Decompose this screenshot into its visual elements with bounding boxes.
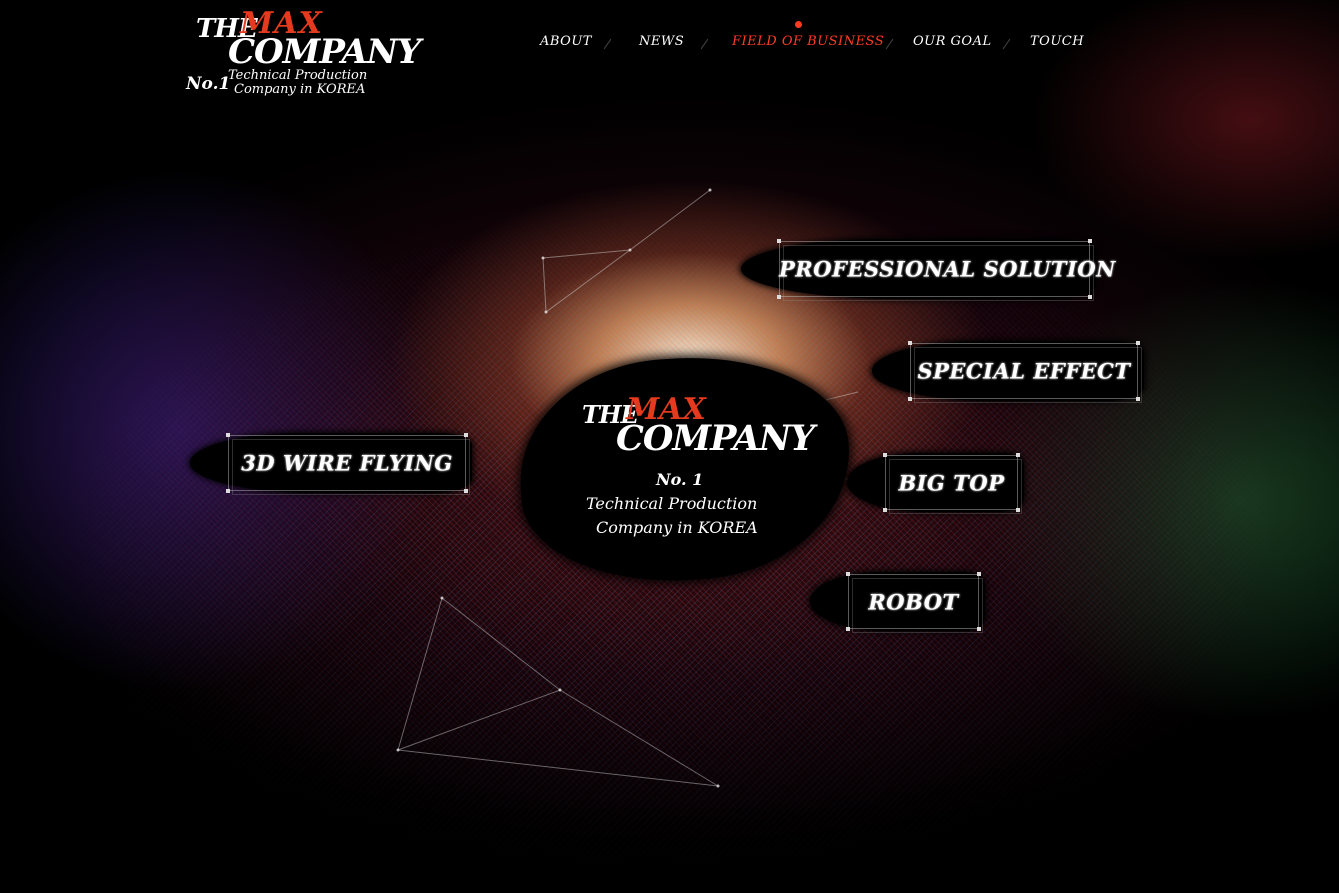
nav-item-about[interactable]: ABOUT bbox=[540, 34, 592, 49]
business-special-effect-button[interactable]: SPECIAL EFFECT bbox=[872, 341, 1144, 403]
nav-item-news[interactable]: NEWS bbox=[639, 34, 684, 49]
nav-item-our-goal[interactable]: OUR GOAL bbox=[913, 34, 992, 49]
corner-dot bbox=[908, 341, 912, 345]
corner-dot bbox=[464, 433, 468, 437]
business-label: BIG TOP bbox=[898, 470, 1005, 495]
page-background: THE MAX COMPANY No.1 Technical Productio… bbox=[0, 0, 1339, 893]
corner-dot bbox=[1088, 239, 1092, 243]
corner-dot bbox=[977, 627, 981, 631]
center-logo-no1: No. 1 bbox=[656, 470, 704, 489]
logo-tagline-2: Company in KOREA bbox=[234, 82, 366, 97]
business-robot-button[interactable]: ROBOT bbox=[810, 572, 985, 633]
corner-dot bbox=[977, 572, 981, 576]
corner-dot bbox=[846, 627, 850, 631]
corner-dot bbox=[1088, 295, 1092, 299]
corner-dot bbox=[226, 433, 230, 437]
business-professional-solution-button[interactable]: PROFESSIONAL SOLUTION bbox=[741, 239, 1116, 301]
corner-dot bbox=[1136, 397, 1140, 401]
corner-dot bbox=[883, 508, 887, 512]
nav-separator bbox=[603, 38, 612, 50]
center-logo-tagline-1: Technical Production bbox=[586, 494, 758, 513]
nav-separator bbox=[885, 38, 894, 50]
nav-item-field-of-business[interactable]: FIELD OF BUSINESS bbox=[732, 34, 884, 49]
corner-dot bbox=[1016, 453, 1020, 457]
corner-dot bbox=[777, 239, 781, 243]
business-label: PROFESSIONAL SOLUTION bbox=[779, 256, 1116, 282]
corner-dot bbox=[883, 453, 887, 457]
business-label: ROBOT bbox=[868, 589, 959, 614]
business-3d-wire-flying-button[interactable]: 3D WIRE FLYING bbox=[190, 433, 472, 495]
corner-dot bbox=[908, 397, 912, 401]
corner-dot bbox=[777, 295, 781, 299]
corner-dot bbox=[1016, 508, 1020, 512]
nav-separator bbox=[1002, 38, 1011, 50]
nav-separator bbox=[700, 38, 709, 50]
center-logo-tagline-2: Company in KOREA bbox=[596, 518, 758, 537]
business-label: 3D WIRE FLYING bbox=[241, 450, 453, 476]
business-label: SPECIAL EFFECT bbox=[917, 358, 1131, 384]
corner-dot bbox=[464, 489, 468, 493]
logo-tagline-1: Technical Production bbox=[228, 68, 368, 83]
nav-item-touch[interactable]: TOUCH bbox=[1030, 34, 1084, 49]
corner-dot bbox=[846, 572, 850, 576]
active-nav-indicator bbox=[795, 21, 802, 28]
main-nav: ABOUT NEWS FIELD OF BUSINESS OUR GOAL TO… bbox=[0, 34, 1339, 56]
logo-no1: No.1 bbox=[186, 74, 231, 94]
business-big-top-button[interactable]: BIG TOP bbox=[847, 453, 1024, 514]
center-logo: THE MAX COMPANY No. 1 Technical Producti… bbox=[580, 392, 815, 542]
corner-dot bbox=[1136, 341, 1140, 345]
center-logo-company: COMPANY bbox=[616, 418, 815, 459]
corner-dot bbox=[226, 489, 230, 493]
